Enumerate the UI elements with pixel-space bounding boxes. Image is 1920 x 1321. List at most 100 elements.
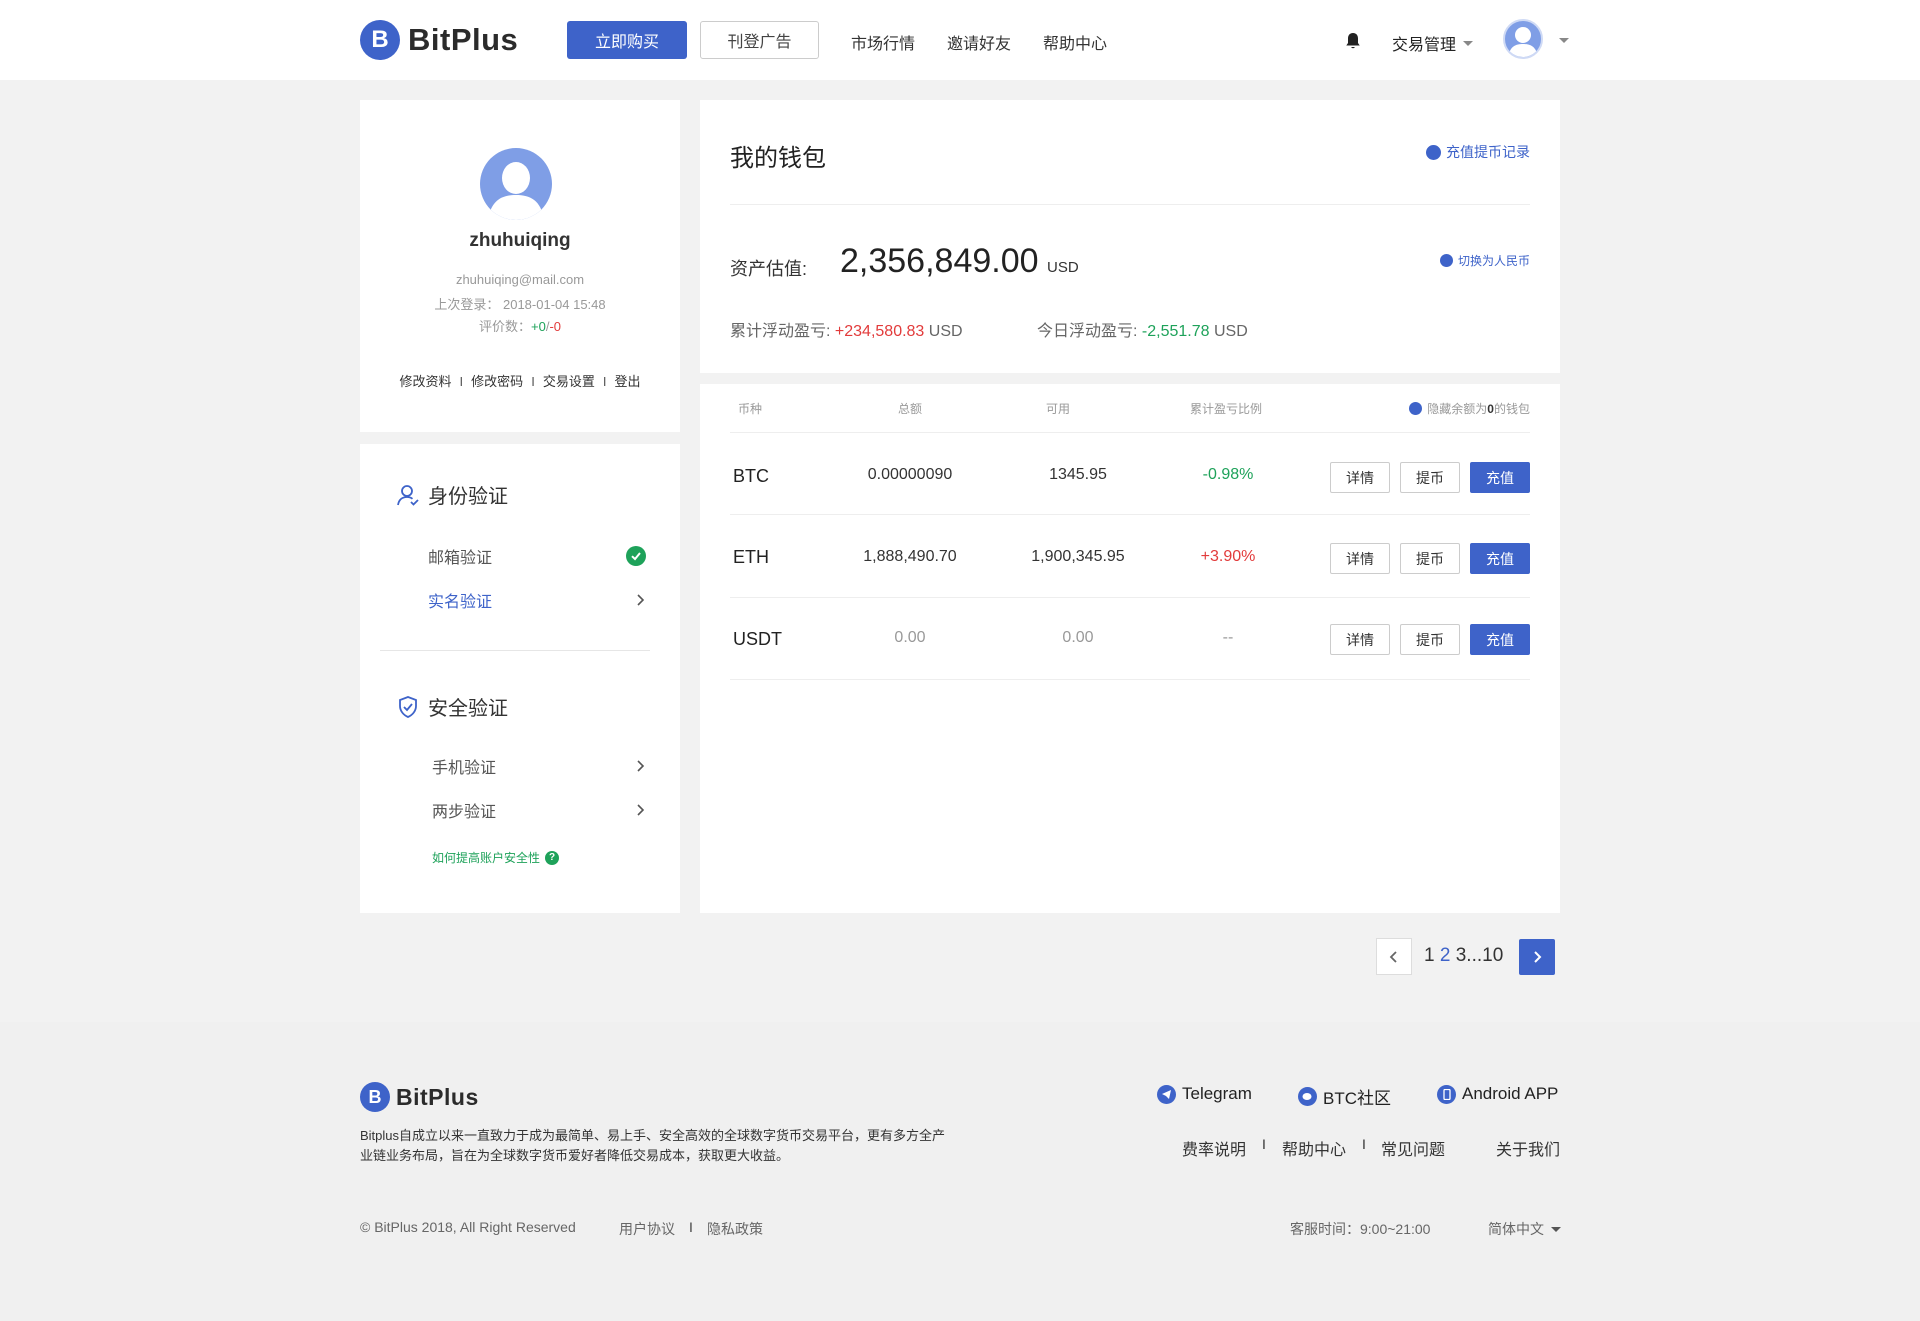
realname-verification-label: 实名验证	[428, 594, 493, 611]
change-password-link[interactable]: 修改密码	[471, 374, 523, 389]
coin-total: 0.00	[894, 629, 926, 646]
wallet-divider	[730, 204, 1530, 205]
link-separator: I	[531, 374, 535, 389]
twostep-verification-item[interactable]: 两步验证	[432, 798, 646, 822]
section-divider	[380, 650, 650, 651]
chevron-right-icon	[637, 760, 645, 772]
footer: B BitPlus Bitplus自成立以来一直致力于成为最简单、易上手、安全高…	[0, 1022, 1920, 1321]
shield-check-icon	[399, 695, 417, 718]
switch-currency-label: 切换为人民币	[1457, 254, 1530, 268]
btc-community-link[interactable]: BTC社区	[1298, 1084, 1391, 1109]
footer-help-link[interactable]: 帮助中心	[1282, 1136, 1346, 1160]
trade-management-menu[interactable]: 交易管理	[1392, 31, 1474, 55]
security-verification-title: 安全验证	[396, 692, 508, 721]
column-header-pnl-ratio: 累计盈亏比例	[1189, 402, 1262, 416]
phone-verification-label: 手机验证	[432, 760, 497, 777]
table-header-divider	[730, 432, 1530, 433]
history-link-label: 充值提币记录	[1446, 144, 1530, 160]
coin-total: 1,888,490.70	[863, 548, 957, 565]
trade-settings-link[interactable]: 交易设置	[543, 374, 595, 389]
bell-icon[interactable]	[1345, 32, 1361, 50]
user-avatar[interactable]	[1503, 19, 1543, 59]
withdraw-button[interactable]: 提币	[1400, 543, 1460, 574]
top-navbar: B BitPlus 立即购买 刊登广告 市场行情 邀请好友 帮助中心 交易管理	[0, 0, 1920, 80]
realname-verification-item[interactable]: 实名验证	[428, 588, 646, 612]
user-verify-icon	[397, 484, 419, 506]
last-login-time: 2018-01-04 15:48	[502, 297, 606, 312]
next-page-button[interactable]	[1519, 939, 1555, 975]
copyright: © BitPlus 2018, All Right Reserved	[360, 1219, 576, 1235]
deposit-button[interactable]: 充值	[1470, 462, 1530, 493]
nav-invite[interactable]: 邀请好友	[947, 30, 1011, 54]
deposit-button[interactable]: 充值	[1470, 543, 1530, 574]
nav-help[interactable]: 帮助中心	[1043, 30, 1107, 54]
check-circle-icon	[626, 546, 646, 566]
details-button[interactable]: 详情	[1330, 462, 1390, 493]
prev-page-button[interactable]	[1376, 938, 1412, 975]
android-app-link[interactable]: Android APP	[1437, 1084, 1558, 1104]
logout-link[interactable]: 登出	[614, 374, 640, 389]
email-verification-item[interactable]: 邮箱验证	[428, 544, 646, 568]
security-help-label: 如何提高账户安全性	[432, 851, 541, 865]
nav-market[interactable]: 市场行情	[851, 30, 915, 54]
switch-icon	[1439, 254, 1453, 267]
coin-total: 0.00000090	[867, 466, 953, 483]
deposit-withdraw-history-link[interactable]: 充值提币记录	[1426, 142, 1530, 162]
phone-verification-item[interactable]: 手机验证	[432, 754, 646, 778]
rating-label: 评价数：	[478, 319, 531, 334]
coin-available: 0.00	[1062, 629, 1094, 646]
question-icon: ?	[545, 850, 560, 865]
page-2[interactable]: 2	[1440, 945, 1451, 966]
withdraw-button[interactable]: 提币	[1400, 624, 1460, 655]
buy-now-button[interactable]: 立即购买	[567, 21, 687, 59]
page-1[interactable]: 1	[1424, 945, 1435, 966]
details-button[interactable]: 详情	[1330, 543, 1390, 574]
edit-profile-link[interactable]: 修改资料	[400, 374, 452, 389]
chevron-right-icon	[637, 804, 645, 816]
page-more[interactable]: 3...10	[1456, 945, 1504, 966]
coin-available: 1345.95	[1049, 466, 1107, 483]
today-pnl-unit: USD	[1213, 323, 1248, 340]
identity-verification-title: 身份验证	[396, 480, 508, 509]
switch-currency-link[interactable]: 切换为人民币	[1439, 252, 1530, 269]
footer-description: Bitplus自成立以来一直致力于成为最简单、易上手、安全高效的全球数字货币交易…	[360, 1128, 946, 1163]
language-label: 简体中文	[1488, 1221, 1544, 1237]
logo[interactable]: B BitPlus	[360, 20, 518, 60]
coin-pnl-ratio: -0.98%	[1202, 466, 1254, 483]
coin-name: ETH	[733, 547, 769, 567]
details-button[interactable]: 详情	[1330, 624, 1390, 655]
security-verification-label: 安全验证	[428, 698, 508, 720]
privacy-policy-link[interactable]: 隐私政策	[707, 1219, 763, 1239]
about-link[interactable]: 关于我们	[1496, 1136, 1560, 1160]
footer-link-separator: I	[1262, 1136, 1266, 1152]
row-divider	[730, 597, 1530, 598]
android-app-label: Android APP	[1462, 1084, 1559, 1103]
fee-link[interactable]: 费率说明	[1182, 1136, 1246, 1160]
column-header-coin: 币种	[738, 402, 763, 416]
post-ad-button[interactable]: 刊登广告	[700, 21, 819, 59]
wallet-summary-card: 我的钱包 充值提币记录 资产估值: 2,356,849.00 USD 切换为人民…	[700, 100, 1560, 373]
wallet-title: 我的钱包	[730, 145, 826, 172]
chevron-down-icon	[1551, 1226, 1561, 1232]
coin-pnl-ratio: +3.90%	[1200, 548, 1256, 565]
user-agreement-link[interactable]: 用户协议	[619, 1219, 675, 1239]
row-divider	[730, 514, 1530, 515]
bitplus-logo-icon: B	[360, 1082, 390, 1112]
language-select[interactable]: 简体中文	[1488, 1219, 1561, 1239]
deposit-button[interactable]: 充值	[1470, 624, 1530, 655]
link-separator: I	[459, 374, 464, 389]
rating: 评价数：+0/-0	[360, 316, 680, 335]
rating-positive: +0	[531, 319, 546, 334]
security-help-link[interactable]: 如何提高账户安全性 ?	[432, 849, 560, 866]
asset-value: 2,356,849.00	[840, 242, 1039, 280]
hide-zero-balance-toggle[interactable]: 隐藏余额为 0 的钱包	[1409, 400, 1530, 417]
coin-pnl-ratio: --	[1222, 629, 1234, 646]
withdraw-button[interactable]: 提币	[1400, 462, 1460, 493]
footer-logo[interactable]: B BitPlus	[360, 1082, 479, 1112]
phone-icon	[1437, 1084, 1456, 1104]
chevron-right-icon	[1534, 951, 1542, 963]
telegram-link[interactable]: Telegram	[1157, 1084, 1252, 1104]
faq-link[interactable]: 常见问题	[1381, 1136, 1445, 1160]
trade-management-label: 交易管理	[1392, 37, 1457, 54]
avatar-chevron-down-icon[interactable]	[1559, 38, 1569, 43]
